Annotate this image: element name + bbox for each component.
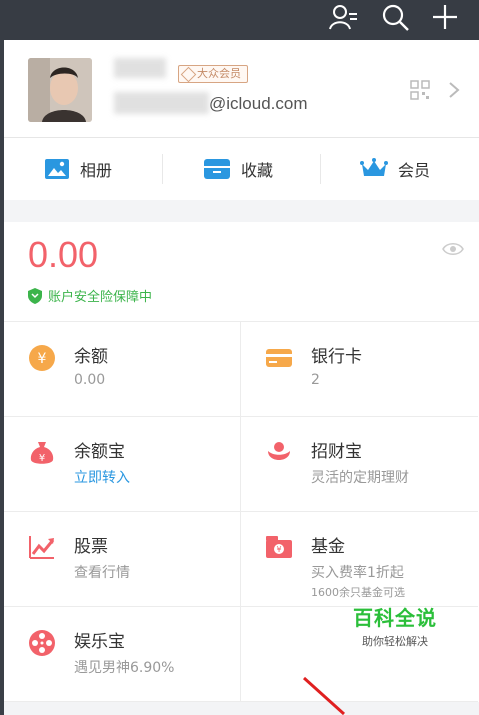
transfer-in-link[interactable]: 立即转入 — [74, 467, 130, 487]
quick-link-label: 会员 — [398, 161, 431, 180]
yuan-coin-icon: ¥ — [29, 345, 55, 371]
grid-item-zhaocaibao[interactable]: 招财宝 灵活的定期理财 — [241, 417, 478, 512]
money-bag-icon: ¥ — [30, 442, 54, 464]
eye-icon[interactable] — [442, 242, 464, 256]
grid-item-title: 娱乐宝 — [74, 632, 125, 652]
svg-text:¥: ¥ — [38, 351, 47, 367]
crown-icon — [360, 158, 388, 176]
fund-icon: ¥ — [266, 536, 292, 558]
watermark-title: 百科全说 — [353, 608, 437, 630]
grid-item-title: 余额 — [74, 347, 108, 367]
security-status[interactable]: 账户安全险保障中 — [28, 286, 152, 305]
watermark-subtitle: 助你轻松解决 — [362, 635, 428, 648]
zhaocaibao-icon — [268, 442, 290, 460]
qr-code-icon[interactable] — [410, 80, 430, 100]
stock-chart-icon — [29, 536, 55, 559]
grid-item-bank-card[interactable]: 银行卡 2 — [241, 322, 478, 417]
quick-link-favorites[interactable]: 收藏 — [203, 138, 273, 200]
vip-badge: 大众会员 — [178, 65, 248, 83]
grid-item-title: 余额宝 — [74, 442, 125, 462]
bank-card-icon — [266, 349, 292, 367]
total-balance: 0.00 — [28, 234, 99, 275]
add-icon[interactable] — [430, 2, 460, 32]
grid-item-title: 招财宝 — [311, 442, 362, 462]
quick-link-member[interactable]: 会员 — [360, 138, 430, 200]
grid-item-sub2: 1600余只基金可选 — [311, 586, 405, 599]
grid-item-title: 股票 — [74, 537, 108, 557]
pointer-arrow-icon — [302, 676, 346, 715]
grid-item-title: 银行卡 — [311, 347, 362, 367]
contacts-icon[interactable] — [328, 2, 358, 32]
grid-item-sub: 灵活的定期理财 — [311, 470, 409, 486]
svg-text:¥: ¥ — [39, 453, 45, 464]
quick-links: 相册 收藏 会员 — [4, 138, 479, 200]
grid-item-sub: 遇见男神6.90% — [74, 660, 175, 676]
grid-item-fund[interactable]: ¥ 基金 买入费率1折起 1600余只基金可选 — [241, 512, 478, 607]
grid-item-sub: 2 — [311, 372, 320, 388]
grid-item-sub: 0.00 — [74, 372, 106, 388]
blurred-email-prefix — [114, 92, 209, 114]
account-email: @icloud.com — [209, 94, 308, 113]
quick-link-album[interactable]: 相册 — [44, 138, 112, 200]
shield-icon — [28, 287, 42, 304]
film-reel-icon — [29, 630, 55, 656]
grid-item-stocks[interactable]: 股票 查看行情 — [4, 512, 241, 607]
grid-item-yuebao[interactable]: ¥ 余额宝 立即转入 — [4, 417, 241, 512]
grid-item-yulebao[interactable]: 娱乐宝 遇见男神6.90% — [4, 607, 241, 702]
grid-item-sub: 查看行情 — [74, 565, 130, 581]
divider — [320, 154, 321, 184]
search-icon[interactable] — [380, 2, 410, 32]
grid-item-balance[interactable]: ¥ 余额 0.00 — [4, 322, 241, 417]
quick-link-label: 收藏 — [241, 161, 274, 180]
top-toolbar — [0, 0, 479, 40]
security-text: 账户安全险保障中 — [48, 290, 153, 305]
profile-card[interactable]: 大众会员 @icloud.com — [4, 40, 479, 138]
avatar[interactable] — [28, 58, 92, 122]
grid-item-sub: 买入费率1折起 — [311, 565, 404, 581]
total-assets[interactable]: 0.00 账户安全险保障中 — [4, 222, 479, 322]
svg-text:¥: ¥ — [276, 545, 281, 554]
chevron-right-icon[interactable] — [448, 81, 460, 99]
divider — [162, 154, 163, 184]
favorites-icon — [204, 159, 230, 179]
blurred-name — [114, 58, 166, 78]
quick-link-label: 相册 — [80, 161, 113, 180]
watermark: 百科全说 助你轻松解决 — [340, 602, 450, 649]
photo-album-icon — [45, 159, 69, 179]
grid-item-title: 基金 — [311, 537, 345, 557]
